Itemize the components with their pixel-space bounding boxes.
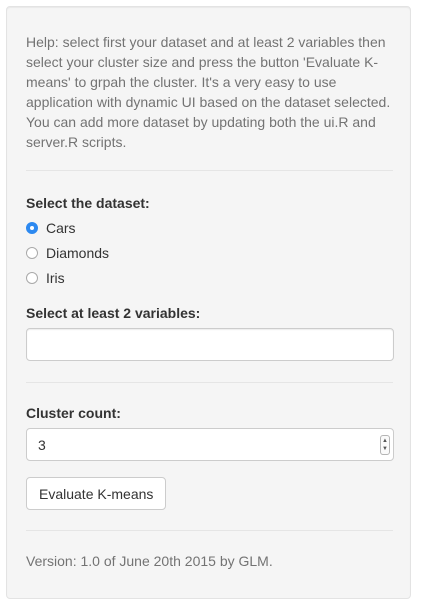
divider [26, 382, 393, 383]
radio-option-iris[interactable]: Iris [26, 268, 65, 288]
sidebar-panel: Help: select first your dataset and at l… [6, 6, 411, 599]
cluster-count-input[interactable]: 3 ▲ ▼ [26, 428, 394, 461]
evaluate-kmeans-button[interactable]: Evaluate K-means [26, 477, 167, 510]
variables-label: Select at least 2 variables: [26, 305, 201, 321]
number-spinner-icon[interactable]: ▲ ▼ [380, 435, 390, 455]
cluster-count-label: Cluster count: [26, 405, 121, 421]
variables-select-input[interactable] [26, 328, 394, 361]
dataset-label: Select the dataset: [26, 195, 150, 211]
radio-unchecked-icon[interactable] [26, 272, 38, 284]
cluster-count-value: 3 [38, 436, 46, 453]
radio-checked-icon[interactable] [26, 222, 38, 234]
radio-unchecked-icon[interactable] [26, 247, 38, 259]
help-text: Help: select first your dataset and at l… [26, 34, 391, 150]
radio-option-label: Iris [46, 270, 65, 286]
spinner-up-icon[interactable]: ▲ [382, 437, 388, 445]
radio-option-label: Cars [46, 220, 76, 236]
divider [26, 530, 393, 531]
spinner-down-icon[interactable]: ▼ [382, 445, 388, 453]
version-text: Version: 1.0 of June 20th 2015 by GLM. [26, 553, 273, 569]
radio-option-label: Diamonds [46, 245, 110, 261]
divider [26, 170, 393, 171]
radio-option-diamonds[interactable]: Diamonds [26, 243, 109, 263]
radio-option-cars[interactable]: Cars [26, 218, 76, 238]
